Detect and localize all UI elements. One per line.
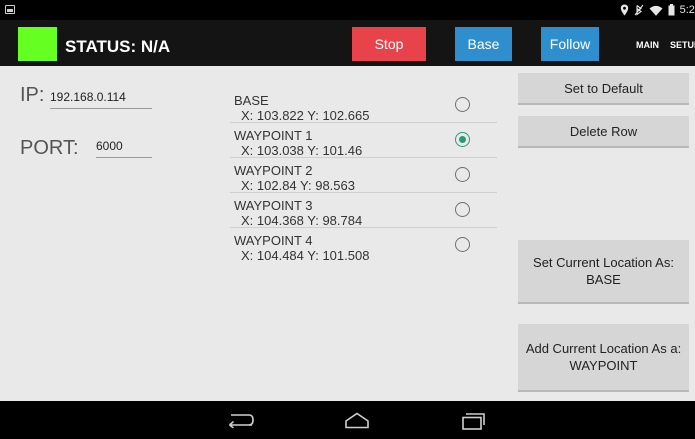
status-icons: 5:25 — [620, 2, 695, 18]
add-location-as-waypoint-button[interactable]: Add Current Location As a: WAYPOINT — [518, 324, 689, 392]
waypoint-name: WAYPOINT 3 — [234, 198, 313, 213]
waypoint-coords: X: 103.822 Y: 102.665 — [241, 108, 370, 123]
system-navigation-bar — [0, 401, 695, 439]
waypoint-coords: X: 104.484 Y: 101.508 — [241, 248, 370, 263]
waypoint-coords: X: 104.368 Y: 98.784 — [241, 213, 363, 228]
waypoint-row-2[interactable]: WAYPOINT 2 X: 102.84 Y: 98.563 — [230, 158, 510, 193]
tab-setup[interactable]: SETUP — [670, 40, 695, 50]
status-label: STATUS: N/A — [65, 37, 171, 56]
wifi-icon — [649, 5, 663, 16]
waypoint-name: WAYPOINT 4 — [234, 233, 313, 248]
follow-button[interactable]: Follow — [541, 27, 599, 61]
delete-row-button[interactable]: Delete Row — [518, 116, 689, 148]
waypoint-radio[interactable] — [455, 202, 470, 217]
button-line: BASE — [586, 272, 621, 287]
notification-image-icon — [5, 5, 15, 14]
waypoint-name: WAYPOINT 1 — [234, 128, 313, 143]
waypoint-name: WAYPOINT 2 — [234, 163, 313, 178]
waypoint-row-base[interactable]: BASE X: 103.822 Y: 102.665 — [230, 88, 510, 123]
battery-icon — [668, 4, 675, 16]
stop-button[interactable]: Stop — [352, 27, 426, 61]
waypoint-row-1[interactable]: WAYPOINT 1 X: 103.038 Y: 101.46 — [230, 123, 510, 158]
button-line: WAYPOINT — [569, 358, 638, 373]
port-field[interactable]: 6000 — [96, 139, 152, 158]
ip-address-field[interactable]: 192.168.0.114 — [50, 90, 152, 109]
bluetooth-off-icon — [634, 4, 644, 16]
ip-label: IP: — [20, 84, 45, 106]
waypoint-row-3[interactable]: WAYPOINT 3 X: 104.368 Y: 98.784 — [230, 193, 510, 228]
base-button[interactable]: Base — [455, 27, 512, 61]
waypoint-radio[interactable] — [455, 237, 470, 252]
system-status-bar: 5:25 — [0, 0, 695, 20]
waypoint-radio[interactable] — [455, 132, 470, 147]
clock: 5:25 — [679, 4, 695, 16]
waypoint-coords: X: 102.84 Y: 98.563 — [241, 178, 355, 193]
waypoint-row-4[interactable]: WAYPOINT 4 X: 104.484 Y: 101.508 — [230, 228, 510, 263]
recent-apps-icon[interactable] — [459, 412, 485, 430]
port-label: PORT: — [20, 137, 79, 159]
button-line: Add Current Location As a: — [525, 341, 682, 356]
waypoint-radio[interactable] — [455, 167, 470, 182]
location-pin-icon — [620, 4, 628, 16]
status-indicator — [18, 27, 57, 61]
app-action-bar: STATUS: N/A Stop Base Follow MAIN SETUP — [0, 20, 695, 66]
waypoint-name: BASE — [234, 93, 269, 108]
button-line: Set Current Location As: — [533, 255, 674, 270]
home-icon[interactable] — [343, 412, 371, 429]
back-icon[interactable] — [225, 412, 255, 428]
waypoint-list: BASE X: 103.822 Y: 102.665 WAYPOINT 1 X:… — [230, 88, 510, 263]
waypoint-radio[interactable] — [455, 97, 470, 112]
set-to-default-button[interactable]: Set to Default — [518, 73, 689, 105]
waypoint-coords: X: 103.038 Y: 101.46 — [241, 143, 363, 158]
tab-main[interactable]: MAIN — [636, 40, 659, 50]
set-location-as-base-button[interactable]: Set Current Location As: BASE — [518, 240, 689, 304]
